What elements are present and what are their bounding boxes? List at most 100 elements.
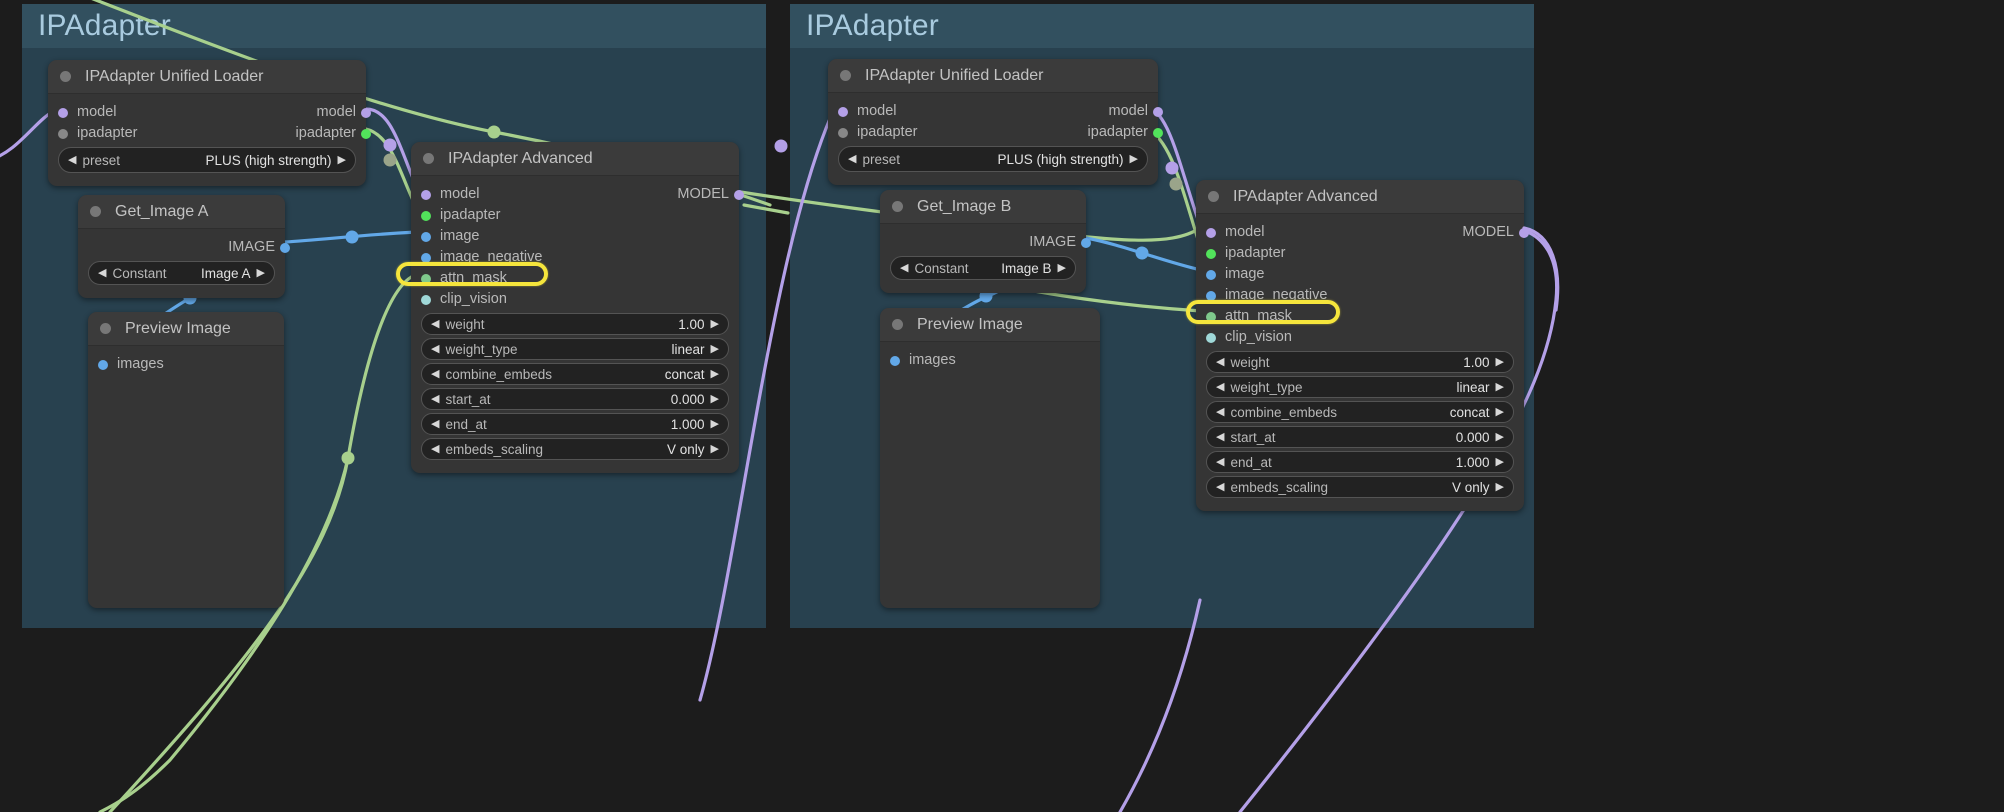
widget-combine-embeds[interactable]: ◀ combine_embeds concat ▶ <box>421 363 729 385</box>
node-collapse-icon[interactable] <box>840 70 851 81</box>
output-port-image-icon[interactable] <box>1081 237 1091 248</box>
node-collapse-icon[interactable] <box>100 323 111 334</box>
prev-value-arrow-icon[interactable]: ◀ <box>1216 356 1224 368</box>
input-port-image-icon[interactable] <box>421 231 431 242</box>
input-port-image-negative-icon[interactable] <box>421 252 431 263</box>
output-port-model-icon[interactable] <box>361 107 371 118</box>
next-value-arrow-icon[interactable]: ▶ <box>1496 431 1504 443</box>
node-preview-image-left[interactable]: Preview Image images <box>88 312 284 608</box>
next-value-arrow-icon[interactable]: ▶ <box>711 368 719 380</box>
widget-weight[interactable]: ◀ weight 1.00 ▶ <box>1206 351 1514 373</box>
prev-value-arrow-icon[interactable]: ◀ <box>1216 406 1224 418</box>
node-get-image-right[interactable]: Get_Image B IMAGE ◀ Constant Image B ▶ <box>880 190 1091 293</box>
prev-value-arrow-icon[interactable]: ◀ <box>68 154 76 166</box>
next-value-arrow-icon[interactable]: ▶ <box>1058 262 1066 274</box>
node-body: images <box>88 346 284 385</box>
output-port-model-icon[interactable] <box>734 189 744 200</box>
widget-preset[interactable]: ◀ preset PLUS (high strength) ▶ <box>58 147 356 173</box>
prev-value-arrow-icon[interactable]: ◀ <box>1216 431 1224 443</box>
prev-value-arrow-icon[interactable]: ◀ <box>431 343 439 355</box>
node-ipadapter-unified-loader-left[interactable]: IPAdapter Unified Loader model model ipa… <box>48 60 371 186</box>
node-collapse-icon[interactable] <box>60 71 71 82</box>
widget-combine-embeds[interactable]: ◀ combine_embeds concat ▶ <box>1206 401 1514 423</box>
next-value-arrow-icon[interactable]: ▶ <box>1496 481 1504 493</box>
input-port-ipadapter-icon[interactable] <box>838 127 848 138</box>
prev-value-arrow-icon[interactable]: ◀ <box>900 262 908 274</box>
output-port-model-icon[interactable] <box>1153 106 1163 117</box>
widget-end-at[interactable]: ◀ end_at 1.000 ▶ <box>421 413 729 435</box>
next-value-arrow-icon[interactable]: ▶ <box>1130 153 1138 165</box>
input-port-attn-mask-icon[interactable] <box>1206 311 1216 322</box>
node-header[interactable]: Preview Image <box>88 312 284 346</box>
widget-embeds-scaling[interactable]: ◀ embeds_scaling V only ▶ <box>1206 476 1514 498</box>
input-port-clip-vision-icon[interactable] <box>1206 332 1216 343</box>
input-port-images-icon[interactable] <box>890 355 900 366</box>
widget-preset[interactable]: ◀ preset PLUS (high strength) ▶ <box>838 146 1148 172</box>
prev-value-arrow-icon[interactable]: ◀ <box>431 318 439 330</box>
input-port-ipadapter-icon[interactable] <box>421 210 431 221</box>
prev-value-arrow-icon[interactable]: ◀ <box>431 418 439 430</box>
input-port-images-icon[interactable] <box>98 359 108 370</box>
prev-value-arrow-icon[interactable]: ◀ <box>431 393 439 405</box>
node-header[interactable]: Get_Image B <box>880 190 1086 224</box>
widget-weight[interactable]: ◀ weight 1.00 ▶ <box>421 313 729 335</box>
input-port-attn-mask-icon[interactable] <box>421 273 431 284</box>
node-header[interactable]: IPAdapter Advanced <box>411 142 739 176</box>
input-port-ipadapter-icon[interactable] <box>1206 248 1216 259</box>
output-port-ipadapter-icon[interactable] <box>1153 127 1163 138</box>
input-port-model-icon[interactable] <box>1206 227 1216 238</box>
widget-start-at[interactable]: ◀ start_at 0.000 ▶ <box>421 388 729 410</box>
node-ipadapter-unified-loader-right[interactable]: IPAdapter Unified Loader model model ipa… <box>828 59 1163 185</box>
input-port-model-icon[interactable] <box>838 106 848 117</box>
widget-embeds-scaling[interactable]: ◀ embeds_scaling V only ▶ <box>421 438 729 460</box>
node-header[interactable]: IPAdapter Unified Loader <box>828 59 1158 93</box>
next-value-arrow-icon[interactable]: ▶ <box>711 393 719 405</box>
node-ipadapter-advanced-left[interactable]: IPAdapter Advanced model MODEL ipadapter… <box>411 142 744 473</box>
node-get-image-left[interactable]: Get_Image A IMAGE ◀ Constant Image A ▶ <box>78 195 290 298</box>
output-port-image-icon[interactable] <box>280 242 290 253</box>
next-value-arrow-icon[interactable]: ▶ <box>1496 381 1504 393</box>
next-value-arrow-icon[interactable]: ▶ <box>1496 456 1504 468</box>
input-port-ipadapter-icon[interactable] <box>58 128 68 139</box>
widget-weight-type[interactable]: ◀ weight_type linear ▶ <box>1206 376 1514 398</box>
next-value-arrow-icon[interactable]: ▶ <box>711 343 719 355</box>
widget-start-at[interactable]: ◀ start_at 0.000 ▶ <box>1206 426 1514 448</box>
widget-weight-type[interactable]: ◀ weight_type linear ▶ <box>421 338 729 360</box>
node-graph-canvas[interactable]: IPAdapter IPAdapter IPAdapter Unified Lo… <box>0 0 2004 812</box>
output-port-ipadapter-icon[interactable] <box>361 128 371 139</box>
next-value-arrow-icon[interactable]: ▶ <box>711 418 719 430</box>
node-collapse-icon[interactable] <box>1208 191 1219 202</box>
prev-value-arrow-icon[interactable]: ◀ <box>1216 381 1224 393</box>
node-ipadapter-advanced-right[interactable]: IPAdapter Advanced model MODEL ipadapter… <box>1196 180 1529 511</box>
input-port-image-icon[interactable] <box>1206 269 1216 280</box>
prev-value-arrow-icon[interactable]: ◀ <box>431 443 439 455</box>
node-preview-image-right[interactable]: Preview Image images <box>880 308 1100 608</box>
widget-constant[interactable]: ◀ Constant Image B ▶ <box>890 256 1076 280</box>
node-header[interactable]: IPAdapter Unified Loader <box>48 60 366 94</box>
node-collapse-icon[interactable] <box>892 201 903 212</box>
widget-end-at[interactable]: ◀ end_at 1.000 ▶ <box>1206 451 1514 473</box>
node-header[interactable]: Get_Image A <box>78 195 285 229</box>
prev-value-arrow-icon[interactable]: ◀ <box>1216 456 1224 468</box>
node-collapse-icon[interactable] <box>423 153 434 164</box>
input-port-model-icon[interactable] <box>58 107 68 118</box>
next-value-arrow-icon[interactable]: ▶ <box>711 318 719 330</box>
widget-constant[interactable]: ◀ Constant Image A ▶ <box>88 261 275 285</box>
next-value-arrow-icon[interactable]: ▶ <box>1496 406 1504 418</box>
node-header[interactable]: IPAdapter Advanced <box>1196 180 1524 214</box>
input-port-clip-vision-icon[interactable] <box>421 294 431 305</box>
next-value-arrow-icon[interactable]: ▶ <box>257 267 265 279</box>
node-collapse-icon[interactable] <box>90 206 101 217</box>
input-port-image-negative-icon[interactable] <box>1206 290 1216 301</box>
next-value-arrow-icon[interactable]: ▶ <box>711 443 719 455</box>
prev-value-arrow-icon[interactable]: ◀ <box>1216 481 1224 493</box>
output-port-model-icon[interactable] <box>1519 227 1529 238</box>
next-value-arrow-icon[interactable]: ▶ <box>1496 356 1504 368</box>
next-value-arrow-icon[interactable]: ▶ <box>338 154 346 166</box>
input-port-model-icon[interactable] <box>421 189 431 200</box>
prev-value-arrow-icon[interactable]: ◀ <box>848 153 856 165</box>
prev-value-arrow-icon[interactable]: ◀ <box>98 267 106 279</box>
prev-value-arrow-icon[interactable]: ◀ <box>431 368 439 380</box>
node-header[interactable]: Preview Image <box>880 308 1100 342</box>
node-collapse-icon[interactable] <box>892 319 903 330</box>
